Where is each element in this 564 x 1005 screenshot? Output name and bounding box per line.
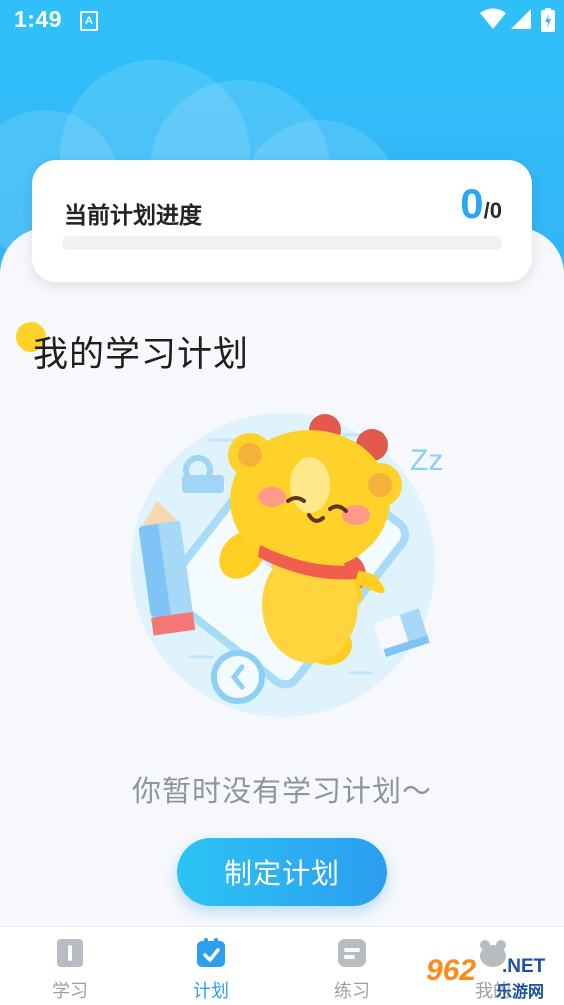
notification-icon: A <box>80 11 98 31</box>
calendar-check-icon <box>197 938 225 967</box>
nav-item-study[interactable]: 学习 <box>20 927 120 1005</box>
exercise-icon <box>338 939 366 967</box>
nav-label-plan: 计划 <box>193 981 229 1001</box>
battery-icon <box>541 8 555 32</box>
signal-icon <box>511 9 531 29</box>
status-time: 1:49 <box>14 6 63 32</box>
nav-label-practice: 练习 <box>334 981 370 1001</box>
create-plan-button[interactable]: 制定计划 <box>177 838 387 906</box>
nav-label-study: 学习 <box>52 981 88 1001</box>
site-watermark: 962 .NET 乐游网 <box>426 954 560 1001</box>
nav-item-plan[interactable]: 计划 <box>161 927 261 1005</box>
watermark-domain: .NET <box>502 956 546 977</box>
nav-item-practice[interactable]: 练习 <box>302 927 402 1005</box>
watermark-number: 962 <box>426 954 477 987</box>
section-title: 我的学习计划 <box>33 335 250 374</box>
status-bar: 1:49 A <box>0 0 564 40</box>
progress-bar <box>62 236 502 250</box>
book-icon <box>57 939 83 967</box>
progress-label: 当前计划进度 <box>64 202 202 228</box>
progress-count: 0/0 <box>460 180 502 228</box>
clock-icon <box>211 650 265 704</box>
empty-state-text: 你暂时没有学习计划～ <box>131 776 432 808</box>
progress-total-count: 0 <box>489 198 502 223</box>
sleep-text: Zz <box>410 444 443 477</box>
watermark-site-name: 乐游网 <box>496 984 545 1001</box>
progress-done-count: 0 <box>460 180 484 227</box>
wifi-icon <box>480 8 506 29</box>
plan-progress-card: 当前计划进度 0/0 <box>32 160 532 282</box>
empty-plan-illustration: Zz <box>131 413 443 717</box>
